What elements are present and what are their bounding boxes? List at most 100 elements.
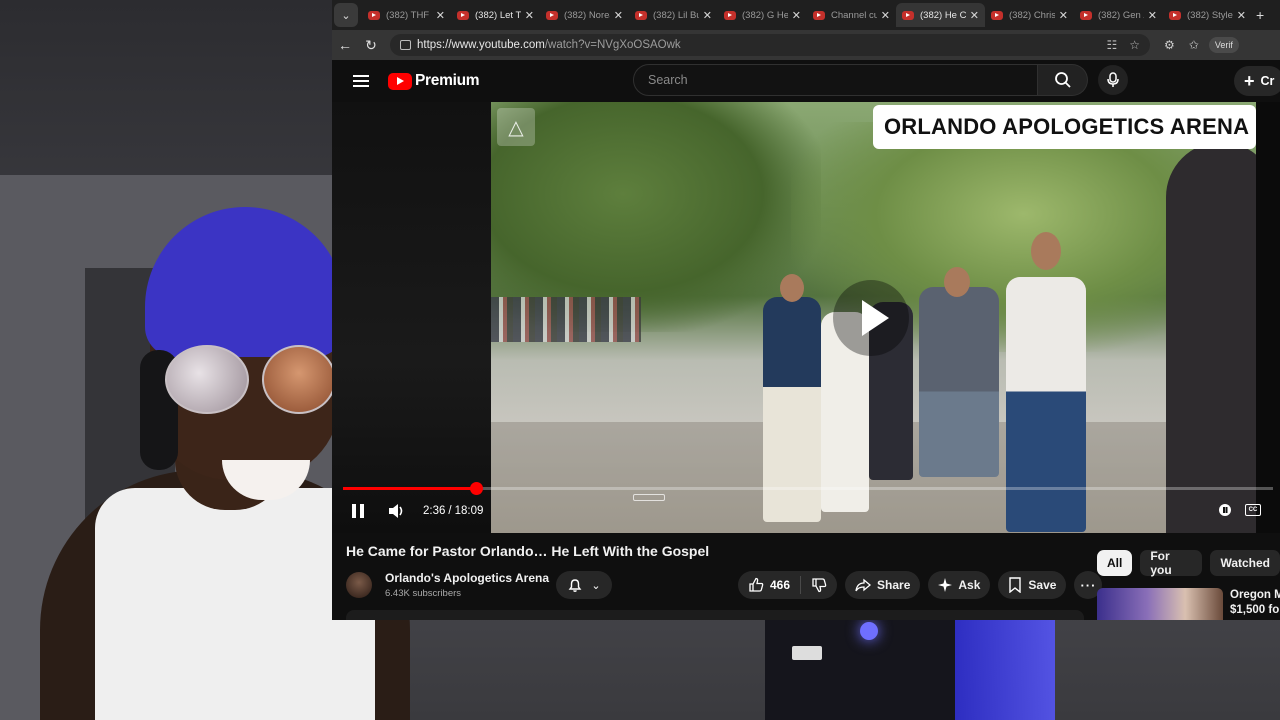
filter-chip[interactable]: For you xyxy=(1140,549,1203,577)
url-path: /watch?v=NVgXoOSAOwk xyxy=(544,39,681,51)
volume-icon[interactable] xyxy=(388,503,406,519)
youtube-favicon-icon xyxy=(1169,10,1181,20)
create-button[interactable]: + Cr xyxy=(1234,66,1280,96)
share-icon xyxy=(855,578,872,592)
filter-chip[interactable]: Watched xyxy=(1210,550,1280,576)
video-crowd xyxy=(491,297,641,342)
close-tab-icon[interactable]: ✕ xyxy=(614,9,623,22)
video-person-head xyxy=(1031,232,1061,270)
chevron-down-icon: ⌄ xyxy=(591,579,601,592)
browser-tab[interactable]: (382) Gen Z ✕ xyxy=(1074,3,1163,27)
close-tab-icon[interactable]: ✕ xyxy=(1059,9,1068,22)
filter-chip[interactable]: All xyxy=(1097,550,1133,576)
youtube-logo[interactable]: Premium xyxy=(388,72,480,90)
duration: 18:09 xyxy=(454,505,484,517)
progress-bar[interactable] xyxy=(343,482,1273,495)
recommendation-filter-chips: All For you Watched xyxy=(1097,549,1280,577)
browser-tab[interactable]: (382) THF Li ✕ xyxy=(362,3,451,27)
address-bar[interactable]: https://www.youtube.com/watch?v=NVgXoOSA… xyxy=(390,34,1150,56)
video-person-head xyxy=(780,274,804,302)
tab-title: (382) Norea xyxy=(564,9,610,21)
back-arrow-icon[interactable]: ← xyxy=(332,37,358,53)
youtube-favicon-icon xyxy=(724,10,736,20)
site-info-icon[interactable] xyxy=(400,40,411,50)
current-time: 2:36 xyxy=(423,505,446,517)
recommended-video-title-line: Oregon Ma xyxy=(1230,589,1280,601)
close-tab-icon[interactable]: ✕ xyxy=(1148,9,1157,22)
reload-icon[interactable]: ↻ xyxy=(358,37,384,54)
sparkle-icon xyxy=(938,578,953,592)
browser-tab[interactable]: Channel cu ✕ xyxy=(807,3,896,27)
verified-profile-chip[interactable]: Verif xyxy=(1208,37,1239,53)
browser-tab[interactable]: (382) Style ✕ xyxy=(1163,3,1252,27)
browser-tab[interactable]: (382) Norea ✕ xyxy=(540,3,629,27)
menu-icon[interactable] xyxy=(353,72,369,90)
close-tab-icon[interactable]: ✕ xyxy=(1237,9,1246,22)
dislike-button[interactable] xyxy=(801,577,837,593)
like-button[interactable]: 466 xyxy=(738,577,800,593)
new-tab-icon[interactable]: + xyxy=(1256,7,1264,23)
tab-title: Channel cu xyxy=(831,9,877,21)
ask-button[interactable]: Ask xyxy=(928,571,991,599)
share-button[interactable]: Share xyxy=(845,571,921,599)
channel-name[interactable]: Orlando's Apologetics Arena xyxy=(385,571,549,585)
thumbs-up-icon xyxy=(749,577,764,592)
close-tab-icon[interactable]: ✕ xyxy=(792,9,801,22)
video-person-head xyxy=(944,267,970,297)
sunglasses-right-lens xyxy=(262,345,336,414)
search-input[interactable] xyxy=(646,72,1037,88)
plus-icon: + xyxy=(1244,71,1255,91)
play-icon[interactable] xyxy=(833,280,909,356)
video-player[interactable]: △ ORLANDO APOLOGETICS ARENA 2:36/18:09 C… xyxy=(332,102,1280,533)
video-foreground-person xyxy=(1166,142,1256,533)
create-label: Cr xyxy=(1260,74,1275,88)
sunglasses-left-lens xyxy=(165,345,249,414)
channel-watermark-icon[interactable]: △ xyxy=(497,108,535,146)
address-toolbar: ← ↻ https://www.youtube.com/watch?v=NVgX… xyxy=(332,30,1280,60)
subscription-notifications-button[interactable]: ⌄ xyxy=(556,571,612,599)
pause-icon[interactable] xyxy=(352,504,366,518)
browser-window: ⌄ (382) THF Li ✕ (382) Let Th ✕ (382) Norea ✕… xyxy=(332,0,1280,620)
search-button[interactable] xyxy=(1038,64,1088,96)
tab-title: (382) Let Th xyxy=(475,9,521,21)
description-box[interactable] xyxy=(346,610,1084,620)
favorites-icon[interactable]: ✩ xyxy=(1189,38,1199,52)
progress-scrubber-handle[interactable] xyxy=(469,482,483,495)
save-button[interactable]: Save xyxy=(998,571,1067,599)
browser-tab[interactable]: (382) Christ ✕ xyxy=(985,3,1074,27)
close-tab-icon[interactable]: ✕ xyxy=(703,9,712,22)
tab-title: (382) Lil Bu xyxy=(653,9,699,21)
browser-tab[interactable]: (382) Lil Bu ✕ xyxy=(629,3,718,27)
recommended-video[interactable]: Oregon Ma $1,500 for xyxy=(1097,588,1280,620)
player-letterbox xyxy=(332,102,492,533)
background-sign xyxy=(792,646,822,660)
channel-owner: Orlando's Apologetics Arena 6.43K subscr… xyxy=(346,571,549,599)
close-tab-icon[interactable]: ✕ xyxy=(881,9,890,22)
channel-avatar[interactable] xyxy=(346,572,372,598)
video-person xyxy=(1006,277,1086,532)
tab-search-button[interactable]: ⌄ xyxy=(334,3,358,27)
autoplay-toggle-icon[interactable] xyxy=(1219,504,1231,516)
recommended-video-title[interactable]: Oregon Ma $1,500 for xyxy=(1230,588,1280,620)
video-frame[interactable]: △ ORLANDO APOLOGETICS ARENA xyxy=(491,102,1256,533)
video-person xyxy=(919,287,999,477)
search-box xyxy=(633,64,1038,96)
voice-search-button[interactable] xyxy=(1098,65,1128,95)
close-tab-icon[interactable]: ✕ xyxy=(436,9,445,22)
close-tab-icon[interactable]: ✕ xyxy=(525,9,534,22)
install-app-icon[interactable]: ☷ xyxy=(1106,38,1117,52)
captions-icon[interactable]: CC xyxy=(1245,504,1261,516)
youtube-favicon-icon xyxy=(368,10,380,20)
progress-bar-fill xyxy=(343,487,476,490)
extension-icon[interactable]: ⚙ xyxy=(1164,38,1175,52)
browser-tab[interactable]: (382) He Ca ✕ xyxy=(896,3,985,27)
tab-title: (382) Style xyxy=(1187,9,1233,21)
close-tab-icon[interactable]: ✕ xyxy=(970,9,979,22)
time-display: 2:36/18:09 xyxy=(423,505,484,517)
youtube-masthead: Premium + Cr xyxy=(332,60,1280,102)
browser-tab[interactable]: (382) Let Th ✕ xyxy=(451,3,540,27)
browser-tab[interactable]: (382) G Her ✕ xyxy=(718,3,807,27)
bookmark-star-icon[interactable]: ☆ xyxy=(1129,38,1140,52)
youtube-favicon-icon xyxy=(991,10,1003,20)
recommended-video-thumbnail[interactable] xyxy=(1097,588,1223,620)
